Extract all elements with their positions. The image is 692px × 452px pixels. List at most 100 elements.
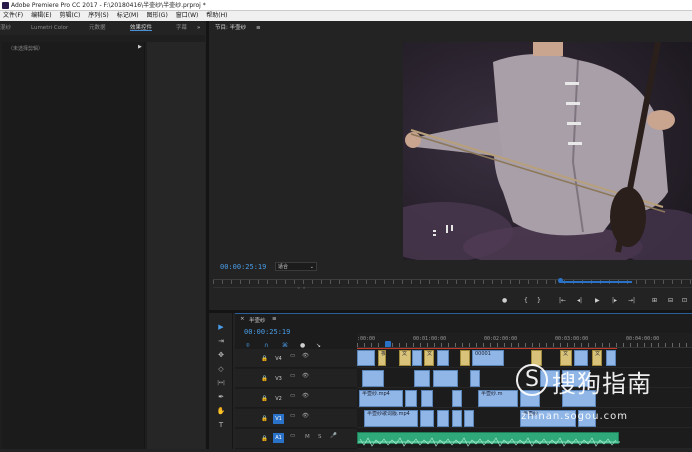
timeline-timecode[interactable]: 00:00:25:19	[244, 328, 290, 336]
slip-tool-icon[interactable]: |↔|	[216, 379, 226, 388]
mark-out-button[interactable]: }	[537, 296, 541, 305]
clip-v4[interactable]	[357, 350, 375, 366]
sequence-tab-label[interactable]: 半壶纱	[249, 316, 266, 324]
program-scrub-bar[interactable]	[559, 281, 632, 283]
clip-v2[interactable]: 半壶纱.mp4	[359, 390, 403, 407]
eye-icon[interactable]: 👁	[302, 413, 309, 419]
lock-icon[interactable]: 🔒	[261, 416, 268, 422]
clip-v3[interactable]	[433, 370, 458, 387]
expand-arrow-icon[interactable]: ▶	[138, 44, 142, 50]
menu-graphics[interactable]: 图形(G)	[143, 11, 170, 21]
hand-tool-icon[interactable]: ✋	[216, 407, 226, 416]
linked-selection-icon[interactable]: ∩	[264, 342, 268, 349]
tab-audio-mixer[interactable]: 混纱	[0, 21, 11, 35]
clip-v1[interactable]	[464, 410, 474, 427]
add-marker-icon[interactable]: ⌘	[282, 342, 288, 349]
track-id-v2[interactable]: V2	[273, 394, 284, 404]
sync-lock-icon[interactable]: ▭	[290, 433, 295, 439]
clip-v4[interactable]	[437, 350, 449, 366]
eye-icon[interactable]: 👁	[302, 373, 309, 379]
clip-v4[interactable]: 文	[399, 350, 411, 366]
clip-v1[interactable]	[420, 410, 434, 427]
clip-v4[interactable]	[412, 350, 422, 366]
ruler-label-4: 00:04:00:00	[626, 336, 660, 342]
clip-v3[interactable]	[470, 370, 480, 387]
clip-v2[interactable]	[452, 390, 462, 407]
clip-v2[interactable]	[405, 390, 417, 407]
track-select-tool-icon[interactable]: ⇥	[216, 337, 226, 346]
sync-lock-icon[interactable]: ▭	[290, 373, 295, 379]
premiere-app-icon	[2, 2, 9, 9]
fit-zoom-select[interactable]: 适合 ⌄	[275, 262, 317, 271]
clip-v4[interactable]: 文	[424, 350, 434, 366]
timeline-playhead[interactable]	[385, 341, 391, 347]
play-button[interactable]: ▶	[595, 296, 600, 305]
clip-v1[interactable]	[437, 410, 449, 427]
tab-lumetri-color[interactable]: Lumetri Color	[31, 21, 68, 35]
lift-button[interactable]: ⊞	[652, 296, 657, 305]
eye-icon[interactable]: 👁	[302, 393, 309, 399]
program-timecode[interactable]: 00:00:25:19	[220, 263, 266, 271]
lock-icon[interactable]: 🔒	[261, 356, 268, 362]
program-menu-icon[interactable]: ≡	[256, 21, 261, 35]
pen-tool-icon[interactable]: ✒	[216, 393, 226, 402]
track-header-a1	[235, 429, 357, 449]
export-frame-button[interactable]: ⊡	[682, 296, 687, 305]
type-tool-icon[interactable]: T	[216, 421, 226, 430]
go-to-in-button[interactable]: |←	[559, 296, 566, 305]
menu-help[interactable]: 帮助(H)	[203, 11, 230, 21]
audio-clip-a1[interactable]	[357, 432, 620, 447]
ripple-edit-tool-icon[interactable]: ✥	[216, 351, 226, 360]
menu-window[interactable]: 窗口(W)	[173, 11, 202, 21]
panel-expand-icon[interactable]: »	[197, 21, 200, 35]
add-marker-button[interactable]: ●	[502, 296, 507, 305]
track-id-v3[interactable]: V3	[273, 374, 284, 384]
clip-v3[interactable]	[414, 370, 430, 387]
lock-icon[interactable]: 🔒	[261, 436, 268, 442]
microphone-icon[interactable]: 🎤	[330, 433, 337, 439]
program-playhead[interactable]	[558, 278, 563, 283]
track-id-v4[interactable]: V4	[273, 354, 284, 364]
step-back-button[interactable]: ◂|	[577, 296, 582, 305]
sync-lock-icon[interactable]: ▭	[290, 353, 295, 359]
wrench-icon[interactable]: ↘	[316, 342, 321, 349]
clip-v1[interactable]	[452, 410, 462, 427]
tab-captions[interactable]: 字幕	[176, 21, 187, 35]
menu-sequence[interactable]: 序列(S)	[85, 11, 112, 21]
tab-program-monitor[interactable]: 节目: 半壶纱	[215, 21, 246, 35]
clip-v2[interactable]: 半壶纱.m	[478, 390, 518, 407]
sync-lock-icon[interactable]: ▭	[290, 393, 295, 399]
clip-v4[interactable]: 夜	[378, 350, 386, 366]
solo-track-button[interactable]: S	[318, 434, 322, 440]
eye-icon[interactable]: 👁	[302, 353, 309, 359]
tab-metadata[interactable]: 元数据	[89, 21, 106, 35]
mute-track-button[interactable]: M	[305, 434, 310, 440]
menu-file[interactable]: 文件(F)	[0, 11, 26, 21]
sequence-close-icon[interactable]: ×	[240, 316, 245, 322]
clip-v4[interactable]	[460, 350, 470, 366]
selection-tool-icon[interactable]: ▶	[216, 323, 226, 332]
razor-tool-icon[interactable]: ◇	[216, 365, 226, 374]
mark-in-button[interactable]: {	[524, 296, 528, 305]
clip-v3[interactable]	[362, 370, 384, 387]
clip-v1[interactable]: 半壶纱歌词版.mp4	[364, 410, 418, 427]
track-id-v1[interactable]: V1	[273, 414, 284, 424]
program-video-frame[interactable]	[403, 42, 692, 260]
program-zoom-handle[interactable]: ◦ ◦	[297, 285, 306, 292]
marker-icon[interactable]: ●	[300, 342, 305, 349]
menu-edit[interactable]: 编辑(E)	[28, 11, 54, 21]
tab-effect-controls[interactable]: 效果控件	[130, 21, 152, 35]
sync-lock-icon[interactable]: ▭	[290, 413, 295, 419]
effect-controls-timeline	[147, 42, 205, 449]
step-forward-button[interactable]: |▸	[612, 296, 617, 305]
menu-markers[interactable]: 标记(M)	[114, 11, 142, 21]
clip-v2[interactable]	[421, 390, 433, 407]
lock-icon[interactable]: 🔒	[261, 376, 268, 382]
clip-v4[interactable]: 00001	[472, 350, 504, 366]
go-to-out-button[interactable]: →|	[628, 296, 635, 305]
menu-clip[interactable]: 剪辑(C)	[56, 11, 83, 21]
extract-button[interactable]: ⊟	[668, 296, 673, 305]
sequence-menu-icon[interactable]: ≡	[272, 316, 277, 322]
lock-icon[interactable]: 🔒	[261, 396, 268, 402]
track-id-a1[interactable]: A1	[273, 433, 284, 443]
